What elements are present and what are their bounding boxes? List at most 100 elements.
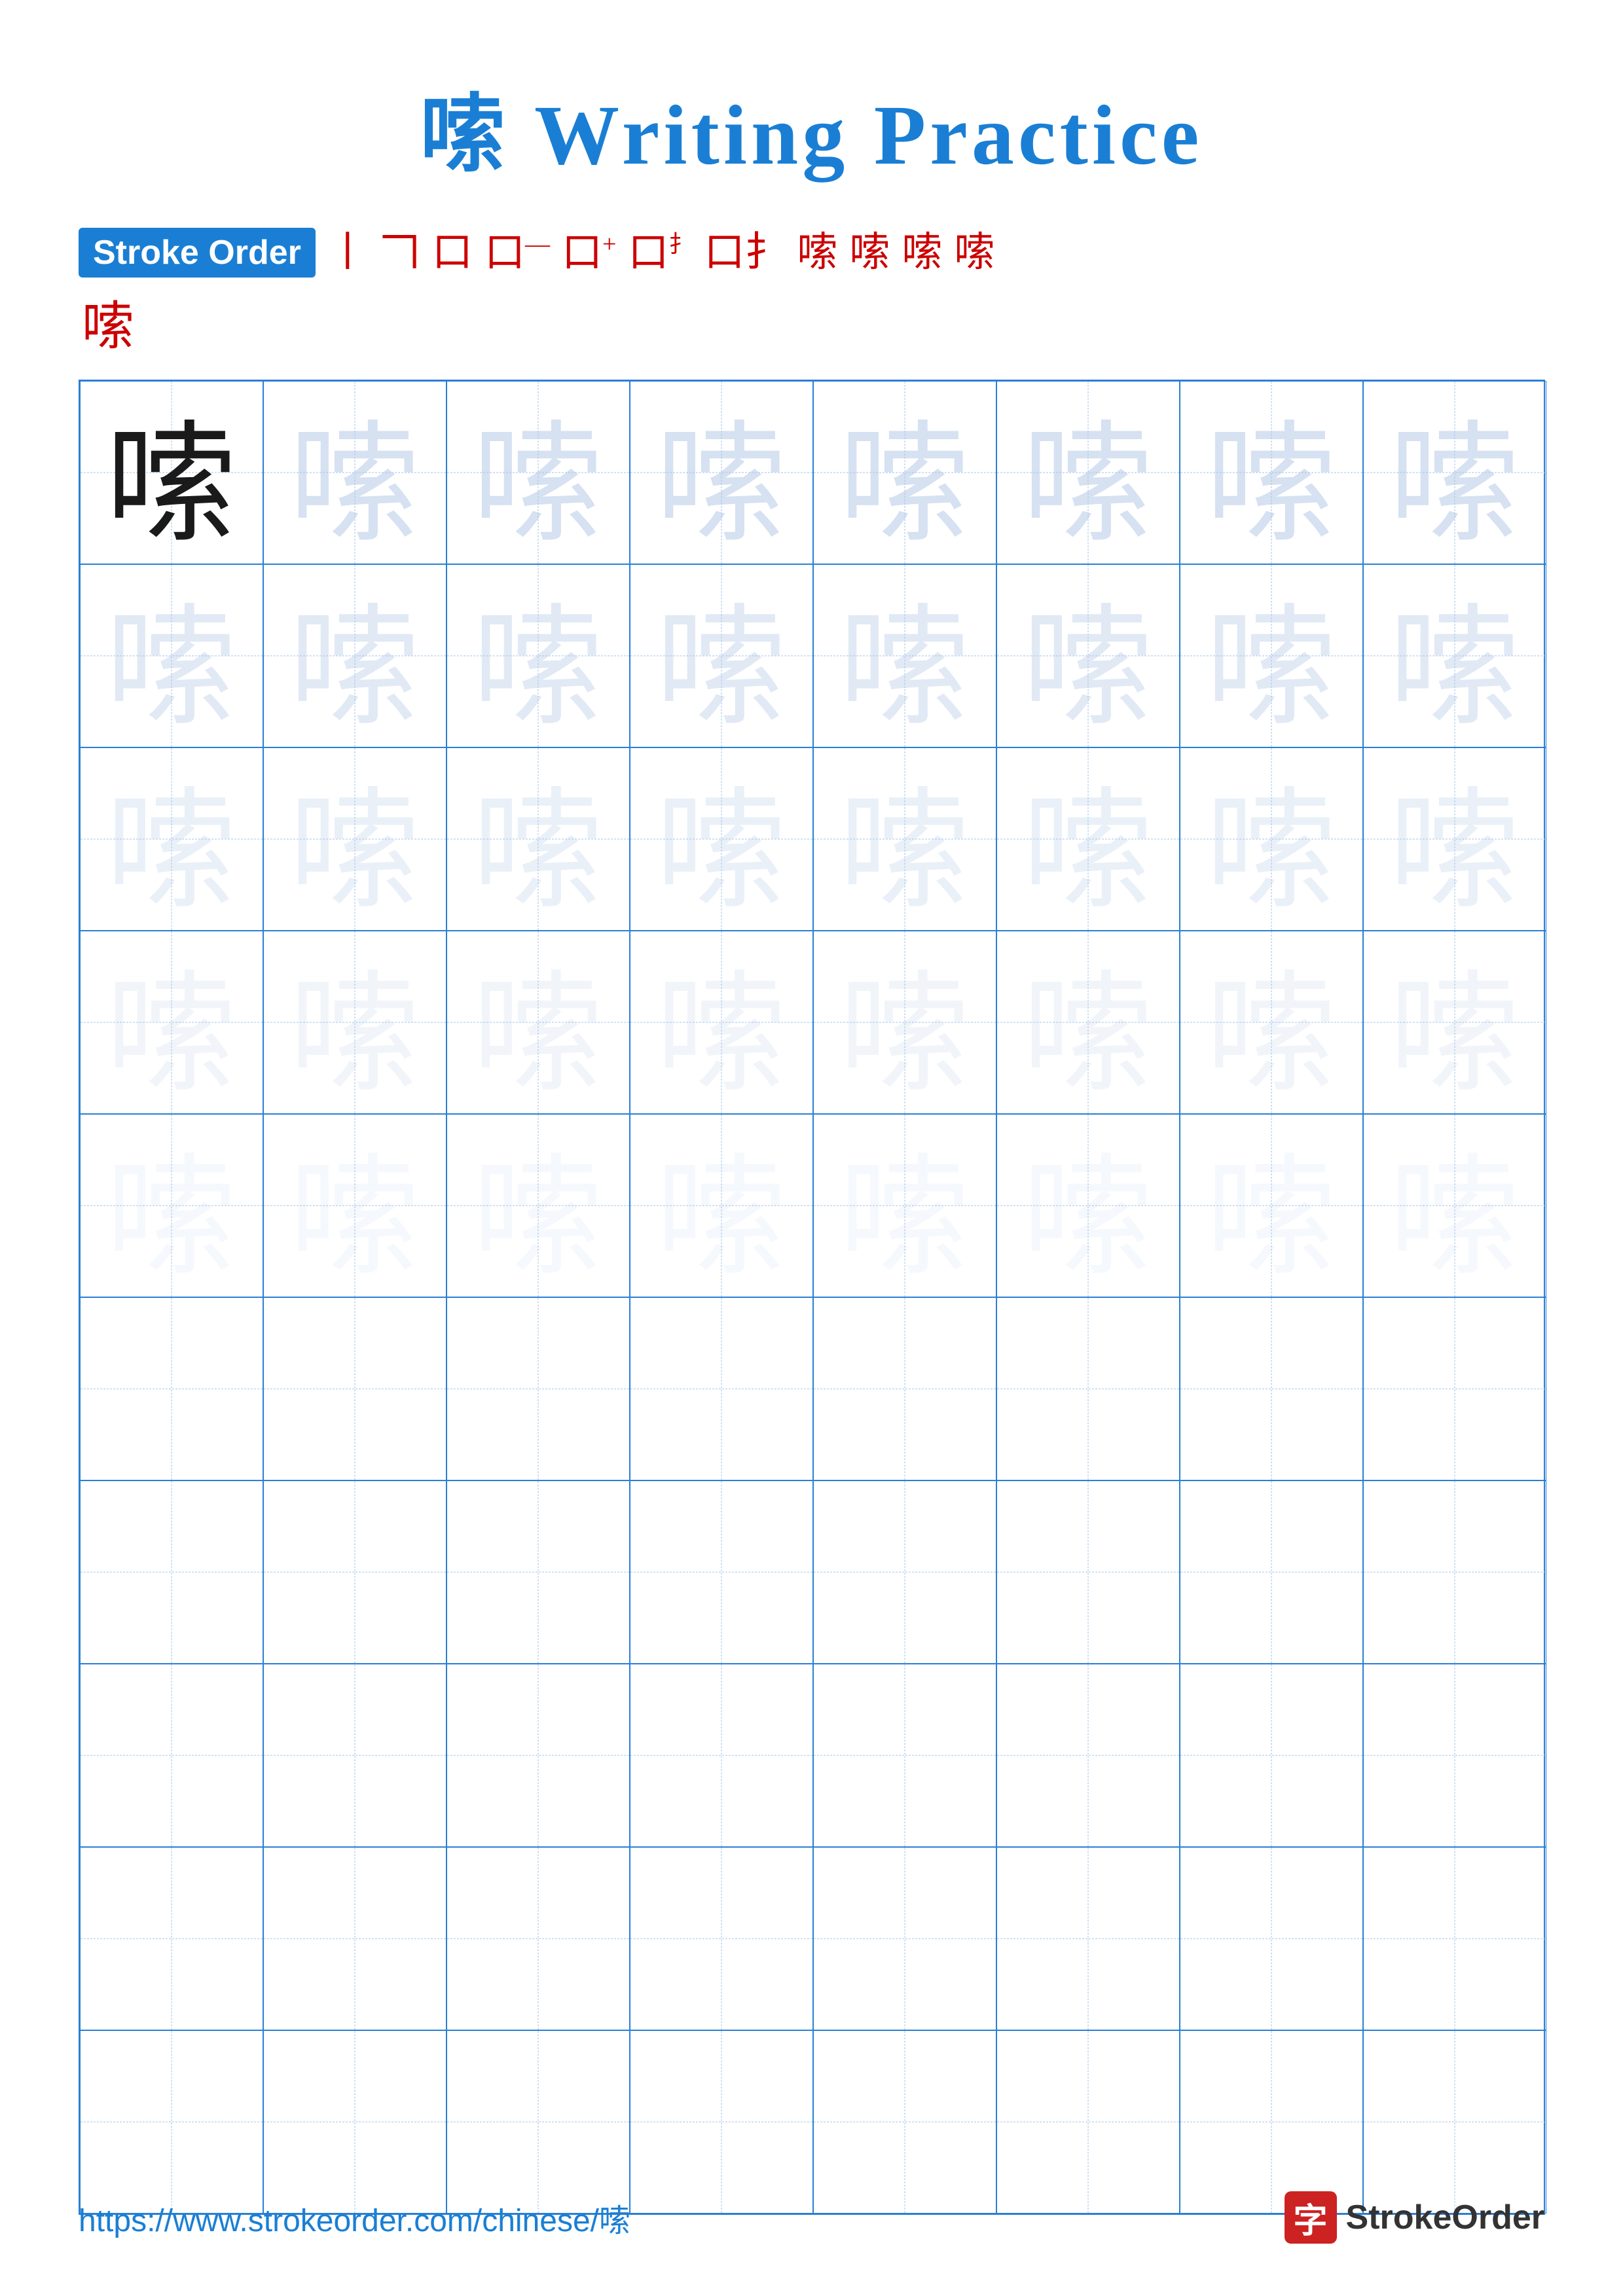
- grid-cell-r9c5[interactable]: [813, 1847, 996, 2030]
- grid-cell-r3c2[interactable]: 嗦: [263, 747, 447, 931]
- grid-cell-r5c7[interactable]: 嗦: [1180, 1114, 1363, 1297]
- grid-cell-r1c8[interactable]: 嗦: [1363, 381, 1546, 564]
- char-light: 嗦: [655, 927, 786, 1117]
- grid-cell-r10c6[interactable]: [996, 2030, 1180, 2214]
- footer-logo: 字 StrokeOrder: [1285, 2191, 1544, 2244]
- grid-cell-r5c1[interactable]: 嗦: [80, 1114, 263, 1297]
- char-light: 嗦: [1022, 1111, 1153, 1300]
- grid-cell-r7c6[interactable]: [996, 1480, 1180, 1664]
- grid-cell-r1c6[interactable]: 嗦: [996, 381, 1180, 564]
- grid-cell-r2c2[interactable]: 嗦: [263, 564, 447, 747]
- grid-cell-r6c1[interactable]: [80, 1297, 263, 1480]
- char-light: 嗦: [472, 1111, 603, 1300]
- grid-cell-r4c4[interactable]: 嗦: [630, 931, 813, 1114]
- grid-cell-r1c2[interactable]: 嗦: [263, 381, 447, 564]
- grid-cell-r7c1[interactable]: [80, 1480, 263, 1664]
- grid-cell-r1c7[interactable]: 嗦: [1180, 381, 1363, 564]
- grid-cell-r5c5[interactable]: 嗦: [813, 1114, 996, 1297]
- grid-cell-r4c5[interactable]: 嗦: [813, 931, 996, 1114]
- char-light: 嗦: [289, 378, 420, 567]
- grid-cell-r3c1[interactable]: 嗦: [80, 747, 263, 931]
- char-light: 嗦: [1205, 1111, 1336, 1300]
- char-light: 嗦: [105, 744, 236, 934]
- char-light: 嗦: [1389, 744, 1520, 934]
- grid-cell-r5c8[interactable]: 嗦: [1363, 1114, 1546, 1297]
- grid-cell-r9c1[interactable]: [80, 1847, 263, 2030]
- grid-cell-r4c1[interactable]: 嗦: [80, 931, 263, 1114]
- char-light: 嗦: [655, 1111, 786, 1300]
- grid-cell-r9c8[interactable]: [1363, 1847, 1546, 2030]
- grid-cell-r3c4[interactable]: 嗦: [630, 747, 813, 931]
- grid-cell-r2c7[interactable]: 嗦: [1180, 564, 1363, 747]
- grid-cell-r2c4[interactable]: 嗦: [630, 564, 813, 747]
- grid-cell-r9c6[interactable]: [996, 1847, 1180, 2030]
- grid-cell-r3c5[interactable]: 嗦: [813, 747, 996, 931]
- grid-cell-r7c2[interactable]: [263, 1480, 447, 1664]
- grid-cell-r9c7[interactable]: [1180, 1847, 1363, 2030]
- grid-cell-r7c4[interactable]: [630, 1480, 813, 1664]
- grid-cell-r10c8[interactable]: [1363, 2030, 1546, 2214]
- grid-cell-r8c8[interactable]: [1363, 1664, 1546, 1847]
- grid-cell-r10c1[interactable]: [80, 2030, 263, 2214]
- grid-cell-r8c5[interactable]: [813, 1664, 996, 1847]
- strokeorder-logo-icon: 字: [1285, 2191, 1337, 2244]
- grid-cell-r4c7[interactable]: 嗦: [1180, 931, 1363, 1114]
- grid-cell-r3c3[interactable]: 嗦: [447, 747, 630, 931]
- grid-cell-r8c2[interactable]: [263, 1664, 447, 1847]
- char-light: 嗦: [839, 927, 970, 1117]
- grid-cell-r10c2[interactable]: [263, 2030, 447, 2214]
- grid-cell-r2c6[interactable]: 嗦: [996, 564, 1180, 747]
- grid-cell-r4c3[interactable]: 嗦: [447, 931, 630, 1114]
- grid-cell-r8c7[interactable]: [1180, 1664, 1363, 1847]
- char-light: 嗦: [1205, 378, 1336, 567]
- grid-cell-r2c1[interactable]: 嗦: [80, 564, 263, 747]
- grid-cell-r9c2[interactable]: [263, 1847, 447, 2030]
- char-light: 嗦: [839, 744, 970, 934]
- grid-cell-r2c5[interactable]: 嗦: [813, 564, 996, 747]
- grid-cell-r3c6[interactable]: 嗦: [996, 747, 1180, 931]
- grid-cell-r6c6[interactable]: [996, 1297, 1180, 1480]
- grid-cell-r6c8[interactable]: [1363, 1297, 1546, 1480]
- grid-cell-r8c1[interactable]: [80, 1664, 263, 1847]
- grid-cell-r3c8[interactable]: 嗦: [1363, 747, 1546, 931]
- grid-cell-r7c8[interactable]: [1363, 1480, 1546, 1664]
- grid-cell-r5c4[interactable]: 嗦: [630, 1114, 813, 1297]
- grid-cell-r2c8[interactable]: 嗦: [1363, 564, 1546, 747]
- grid-cell-r3c7[interactable]: 嗦: [1180, 747, 1363, 931]
- grid-cell-r8c3[interactable]: [447, 1664, 630, 1847]
- grid-cell-r4c8[interactable]: 嗦: [1363, 931, 1546, 1114]
- stroke-2: 𠃍: [380, 232, 420, 273]
- grid-cell-r10c5[interactable]: [813, 2030, 996, 2214]
- grid-cell-r10c4[interactable]: [630, 2030, 813, 2214]
- grid-cell-r8c4[interactable]: [630, 1664, 813, 1847]
- stroke-9: 嗦: [849, 232, 890, 273]
- stroke-3: 口: [432, 232, 473, 273]
- grid-cell-r5c2[interactable]: 嗦: [263, 1114, 447, 1297]
- grid-cell-r1c1[interactable]: 嗦: [80, 381, 263, 564]
- char-light: 嗦: [472, 561, 603, 751]
- grid-cell-r6c3[interactable]: [447, 1297, 630, 1480]
- grid-cell-r7c5[interactable]: [813, 1480, 996, 1664]
- grid-cell-r1c3[interactable]: 嗦: [447, 381, 630, 564]
- grid-cell-r5c3[interactable]: 嗦: [447, 1114, 630, 1297]
- practice-grid: 嗦 嗦 嗦 嗦 嗦 嗦 嗦 嗦 嗦 嗦 嗦: [79, 380, 1545, 2215]
- grid-cell-r6c5[interactable]: [813, 1297, 996, 1480]
- grid-cell-r7c3[interactable]: [447, 1480, 630, 1664]
- grid-cell-r10c3[interactable]: [447, 2030, 630, 2214]
- grid-cell-r2c3[interactable]: 嗦: [447, 564, 630, 747]
- grid-cell-r9c4[interactable]: [630, 1847, 813, 2030]
- grid-cell-r4c6[interactable]: 嗦: [996, 931, 1180, 1114]
- grid-cell-r6c4[interactable]: [630, 1297, 813, 1480]
- grid-cell-r1c4[interactable]: 嗦: [630, 381, 813, 564]
- footer-url[interactable]: https://www.strokeorder.com/chinese/嗦: [79, 2195, 630, 2240]
- grid-cell-r7c7[interactable]: [1180, 1480, 1363, 1664]
- char-light: 嗦: [1022, 744, 1153, 934]
- grid-cell-r6c7[interactable]: [1180, 1297, 1363, 1480]
- grid-cell-r9c3[interactable]: [447, 1847, 630, 2030]
- grid-cell-r8c6[interactable]: [996, 1664, 1180, 1847]
- grid-cell-r4c2[interactable]: 嗦: [263, 931, 447, 1114]
- grid-cell-r5c6[interactable]: 嗦: [996, 1114, 1180, 1297]
- grid-cell-r6c2[interactable]: [263, 1297, 447, 1480]
- grid-cell-r1c5[interactable]: 嗦: [813, 381, 996, 564]
- grid-cell-r10c7[interactable]: [1180, 2030, 1363, 2214]
